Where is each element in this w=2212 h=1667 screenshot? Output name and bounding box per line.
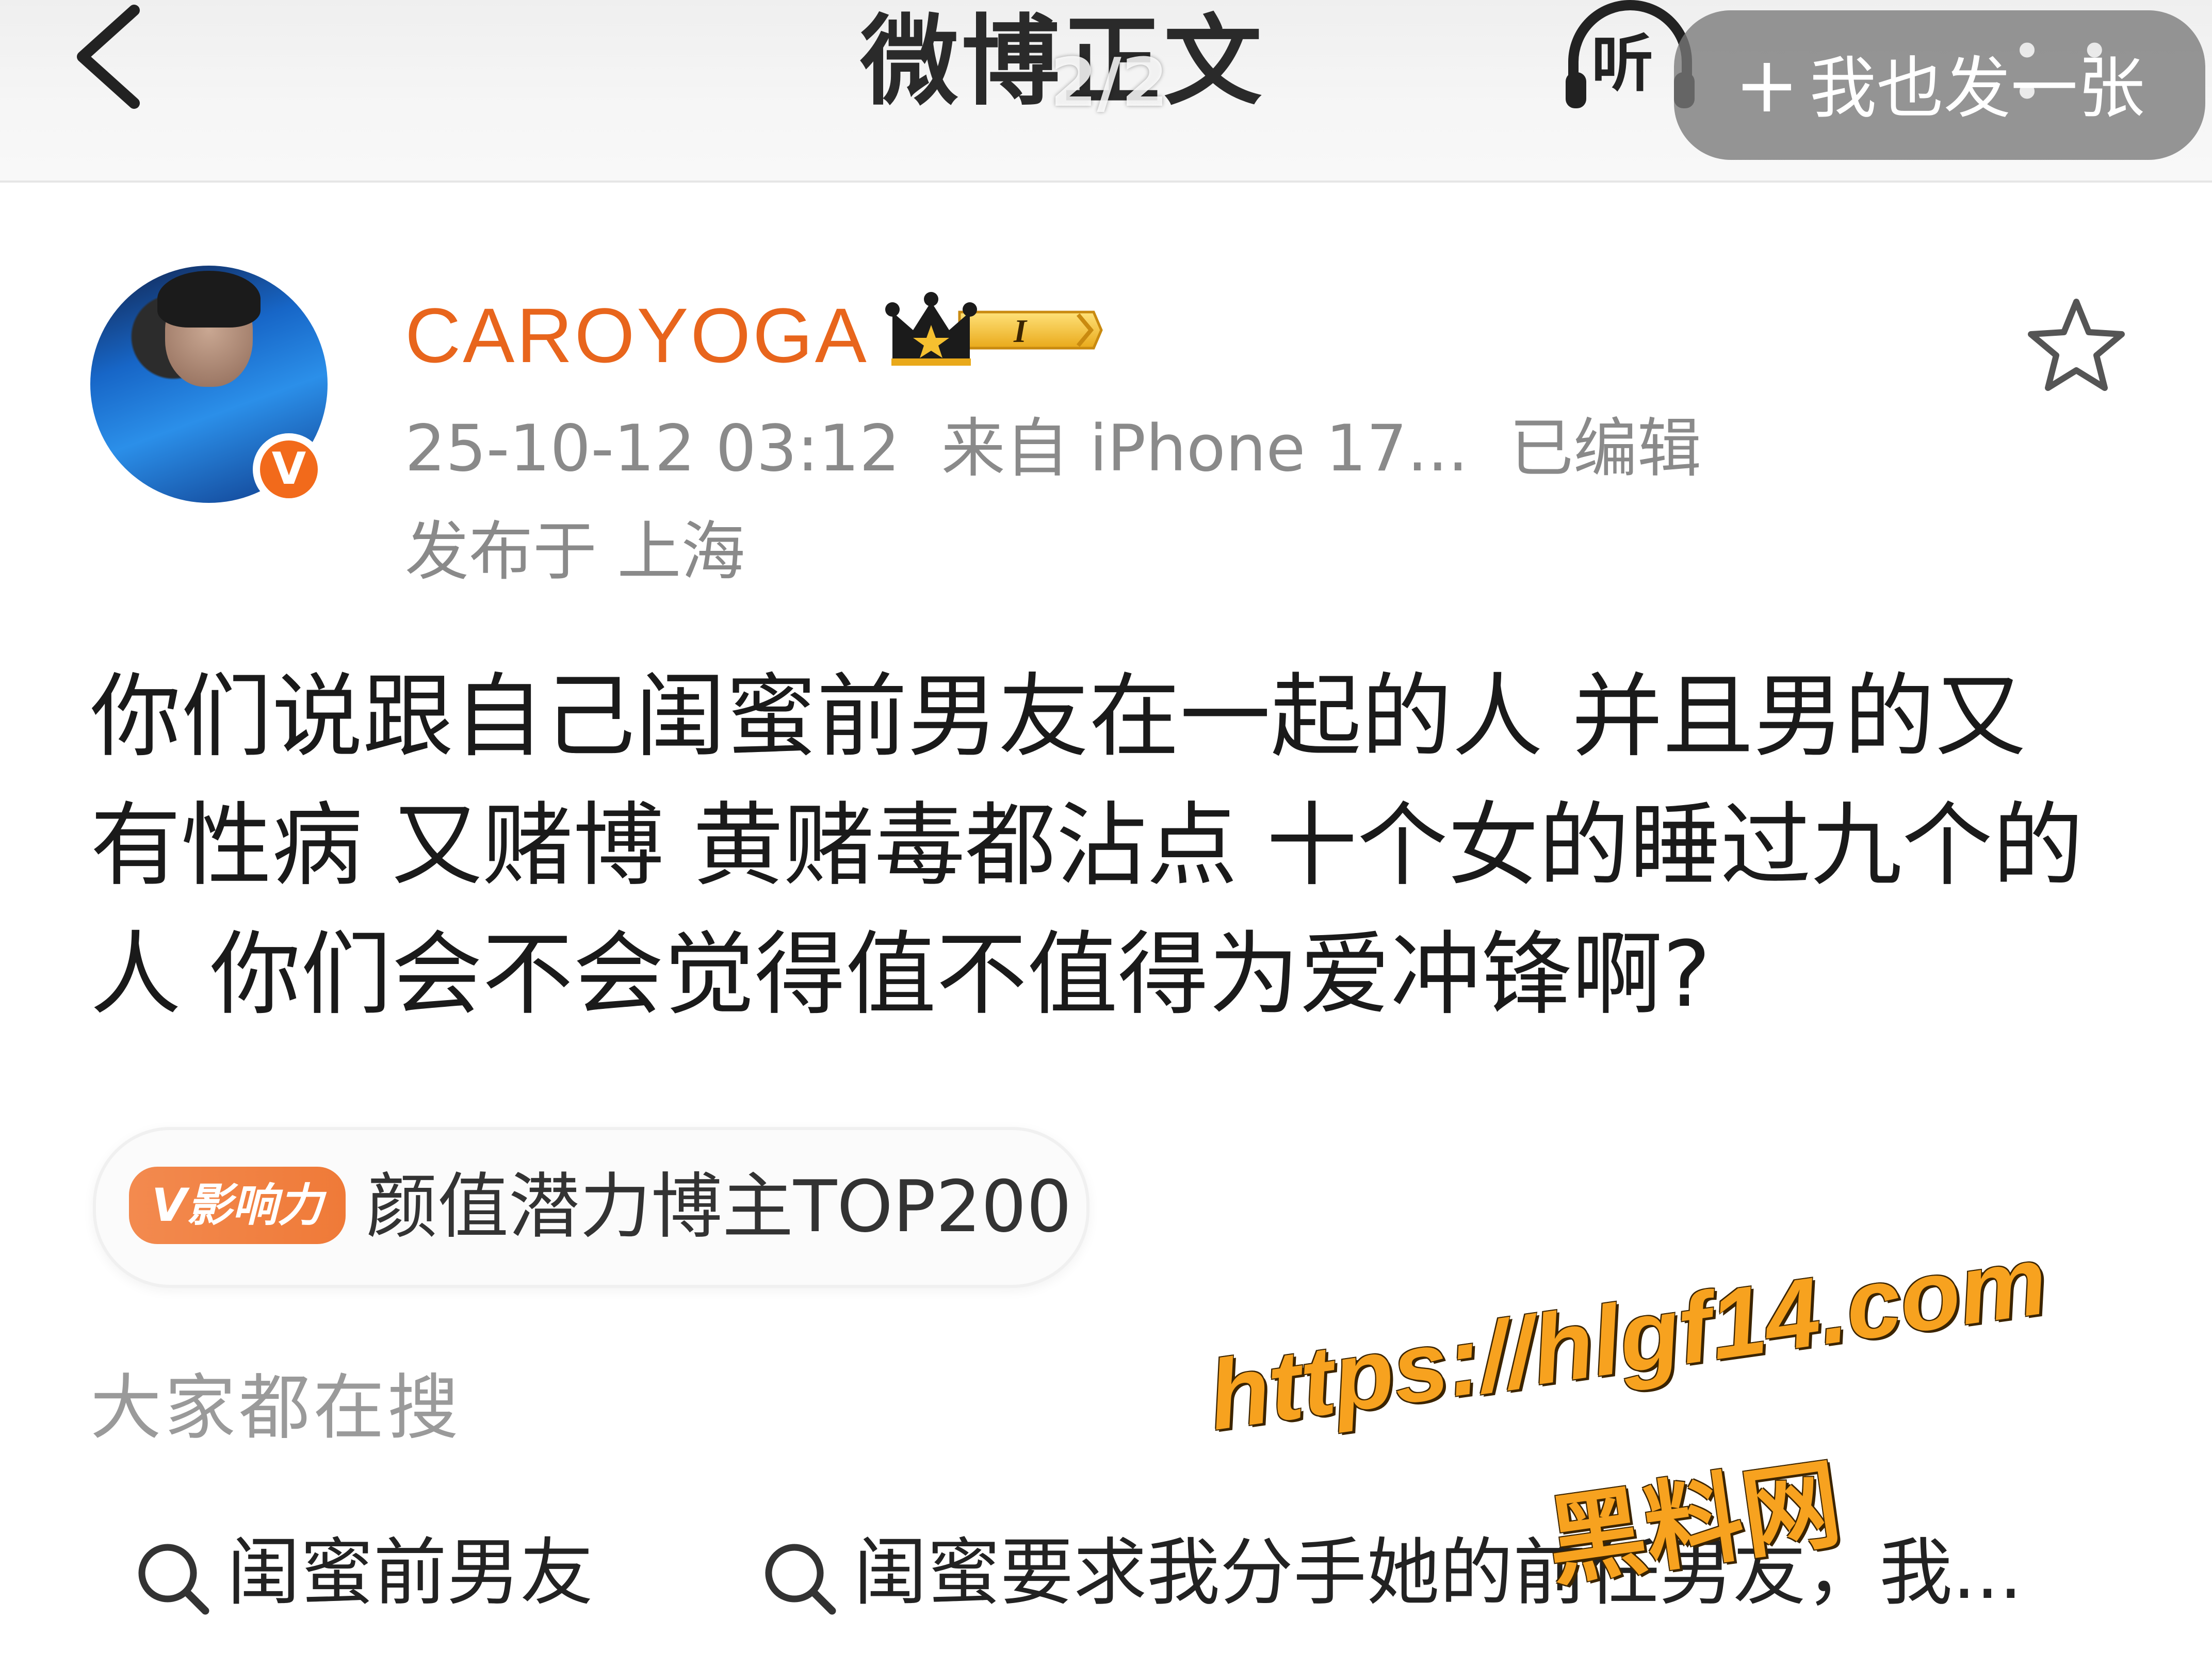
more-options-icon[interactable]: • • • bbox=[2012, 26, 2136, 119]
post-meta: 25-10-12 03:12 来自 iPhone 17... 已编辑 bbox=[405, 407, 1743, 490]
back-chevron-icon[interactable] bbox=[67, 0, 155, 119]
crown-icon: I bbox=[885, 292, 1103, 366]
post-text: 你们说跟自己闺蜜前男友在一起的人 并且男的又有性病 又赌博 黄赌毒都沾点 十个女… bbox=[90, 664, 2084, 1027]
influence-badge: V影响力 bbox=[129, 1167, 346, 1244]
verified-badge: V bbox=[253, 433, 325, 505]
plus-icon: + bbox=[1734, 40, 1799, 130]
search-icon bbox=[138, 1544, 209, 1615]
search-suggestion-label: 闺蜜要求我分手她的前任男友，我... bbox=[854, 1530, 2023, 1615]
level-badge-text: I bbox=[1013, 313, 1028, 349]
avatar-hair bbox=[157, 271, 261, 328]
star-outline-icon[interactable] bbox=[2025, 294, 2128, 397]
influence-label: 颜值潜力博主TOP200 bbox=[366, 1165, 1072, 1248]
post-timestamp: 25-10-12 03:12 bbox=[405, 412, 900, 486]
post-source: 来自 iPhone 17... bbox=[941, 412, 1469, 486]
search-heading: 大家都在搜 bbox=[90, 1366, 462, 1449]
post-location: 发布于 上海 bbox=[405, 515, 745, 589]
watermark-url: https://hlgf14.com bbox=[1202, 1225, 2054, 1451]
post-edited[interactable]: 已编辑 bbox=[1509, 412, 1701, 486]
search-suggestion[interactable]: 闺蜜要求我分手她的前任男友，我... bbox=[761, 1522, 2102, 1625]
listen-label: 听 bbox=[1591, 28, 1653, 100]
username[interactable]: CAROYOGA bbox=[405, 286, 869, 384]
search-icon bbox=[765, 1544, 836, 1615]
image-page-counter: 2/2 bbox=[1050, 43, 1168, 122]
search-suggestion-label: 闺蜜前男友 bbox=[227, 1530, 593, 1615]
search-suggestion[interactable]: 闺蜜前男友 bbox=[134, 1522, 702, 1625]
